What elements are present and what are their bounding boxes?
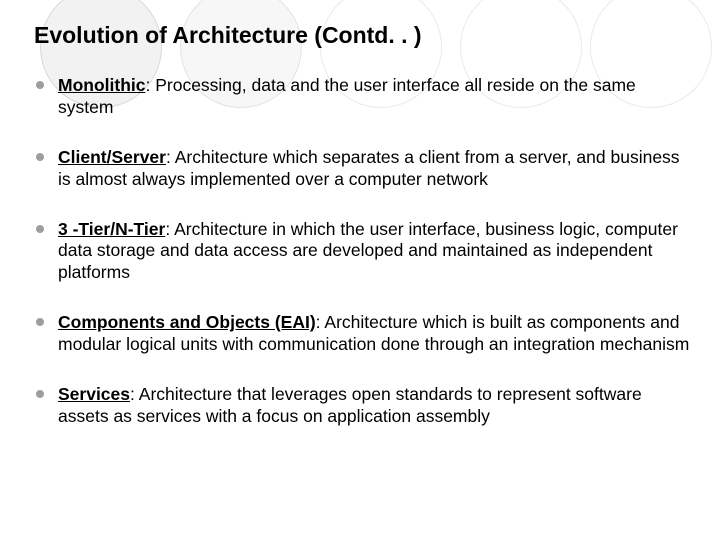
slide-content: Evolution of Architecture (Contd. . ) Mo… xyxy=(0,0,720,476)
bullet-item: Client/Server: Architecture which separa… xyxy=(30,147,690,191)
bullet-desc: : Processing, data and the user interfac… xyxy=(58,75,636,117)
bullet-item: Monolithic: Processing, data and the use… xyxy=(30,75,690,119)
bullet-term: 3 -Tier/N-Tier xyxy=(58,219,165,239)
bullet-item: 3 -Tier/N-Tier: Architecture in which th… xyxy=(30,219,690,285)
bullet-term: Components and Objects (EAI) xyxy=(58,312,316,332)
bullet-term: Services xyxy=(58,384,130,404)
bullet-item: Components and Objects (EAI): Architectu… xyxy=(30,312,690,356)
bullet-list: Monolithic: Processing, data and the use… xyxy=(30,75,690,428)
bullet-term: Monolithic xyxy=(58,75,145,95)
slide-title: Evolution of Architecture (Contd. . ) xyxy=(34,22,690,49)
bullet-desc: : Architecture that leverages open stand… xyxy=(58,384,642,426)
bullet-item: Services: Architecture that leverages op… xyxy=(30,384,690,428)
bullet-term: Client/Server xyxy=(58,147,166,167)
